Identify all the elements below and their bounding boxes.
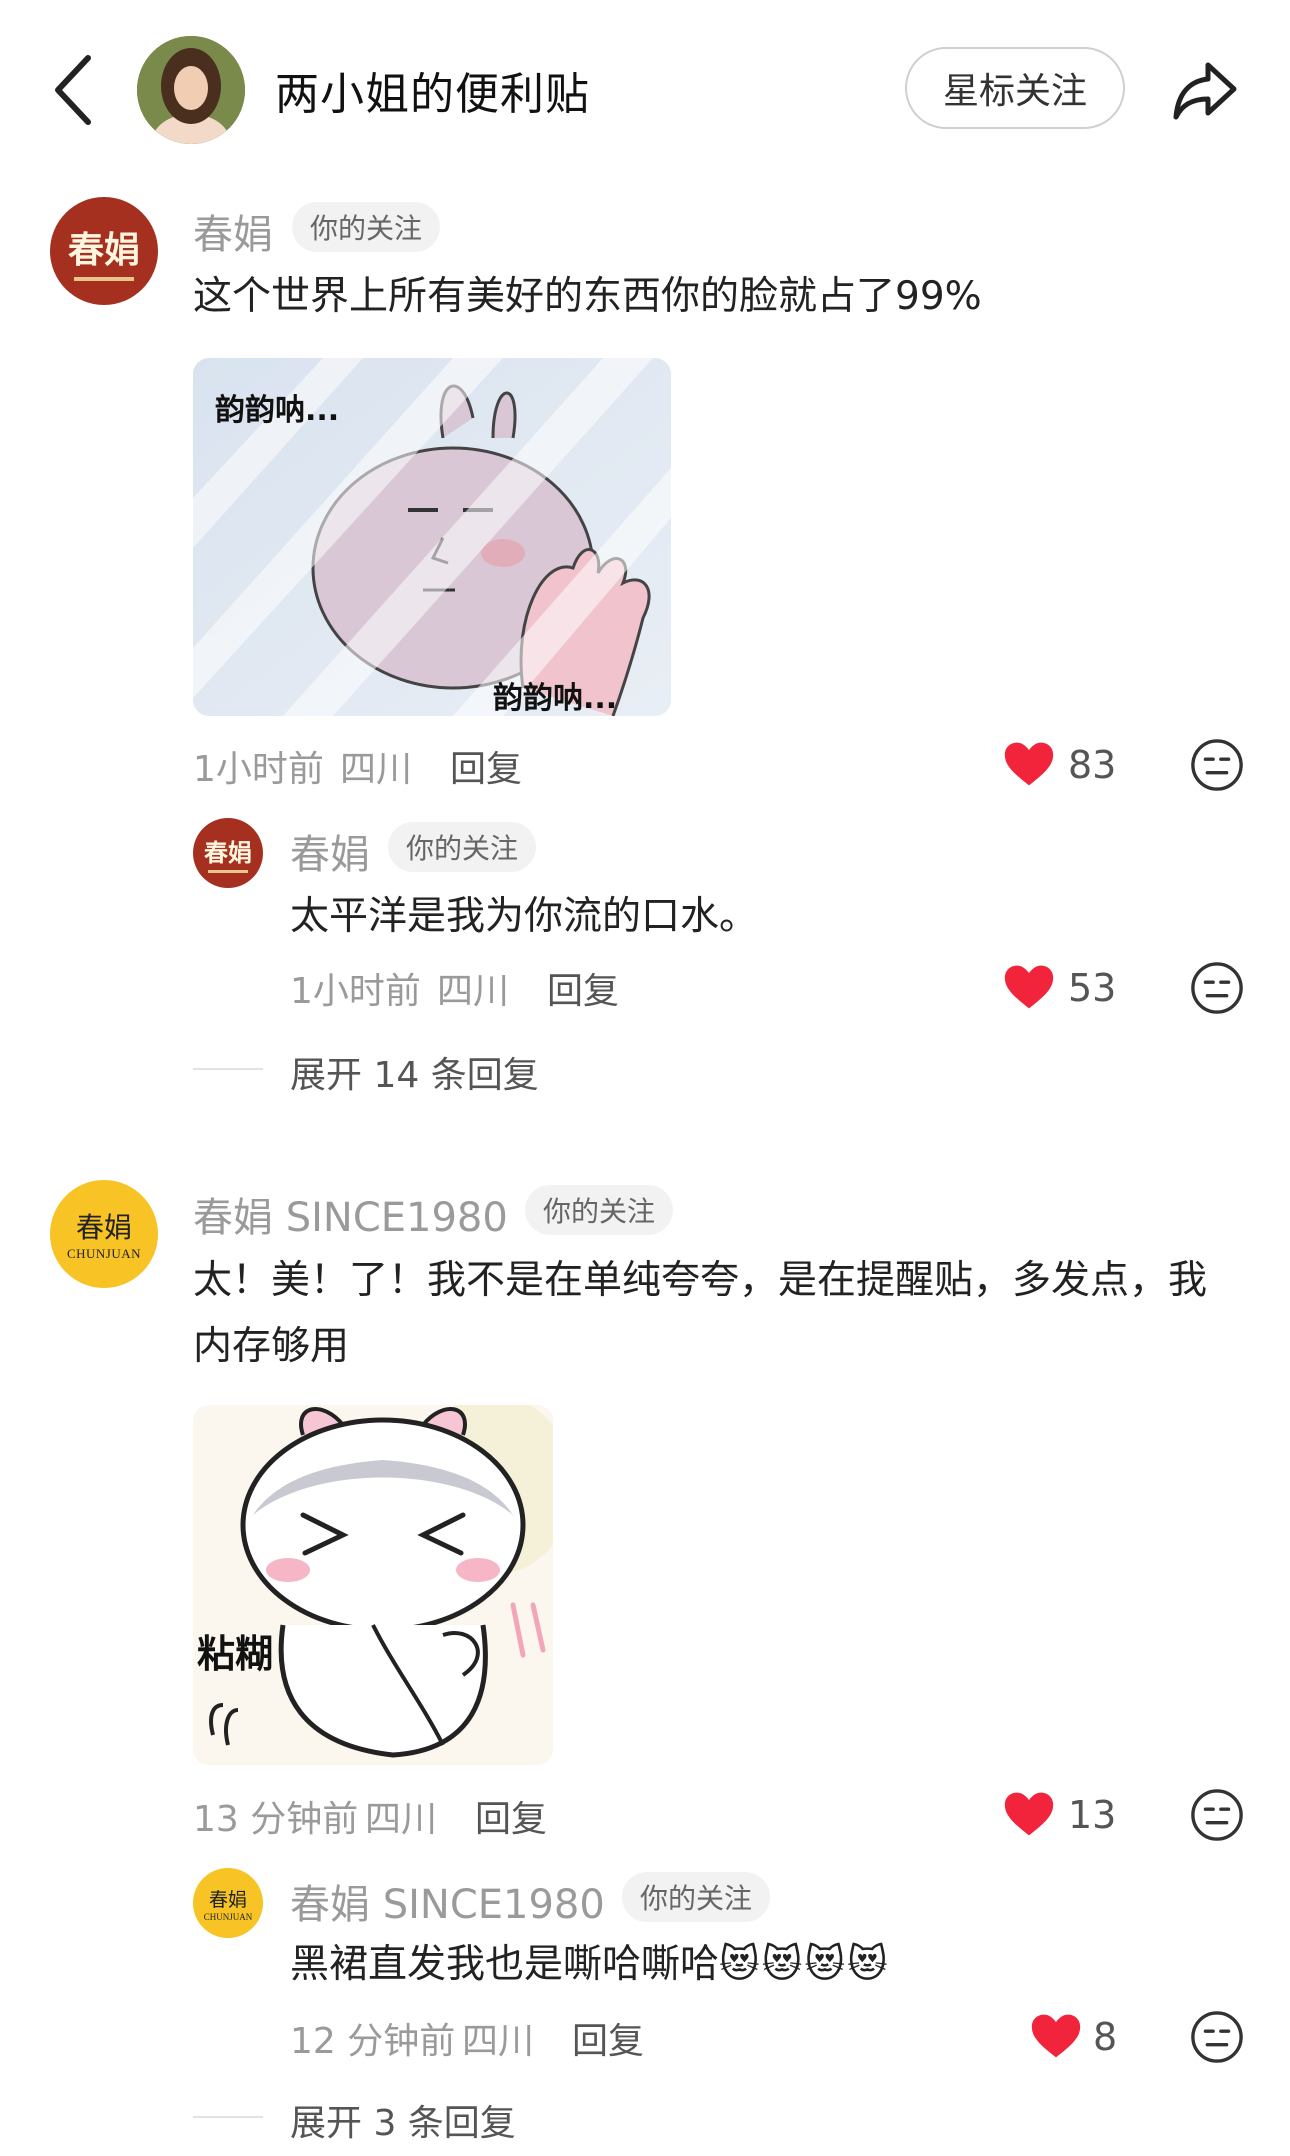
heart-eyes-cat-emoji: 😻😻😻😻	[719, 1942, 890, 1987]
following-badge: 你的关注	[292, 202, 441, 252]
reply-button[interactable]: 回复	[572, 2012, 644, 2064]
like-heart-icon[interactable]	[1003, 963, 1055, 1011]
author-name[interactable]: 两小姐的便利贴	[275, 58, 590, 122]
dislike-face-icon[interactable]	[1190, 738, 1244, 792]
comment-text: 这个世界上所有美好的东西你的脸就占了99%	[193, 274, 982, 319]
expand-divider	[193, 2116, 263, 2118]
comment-author[interactable]: 春娟 SINCE1980	[193, 1185, 508, 1243]
comment-sticker-image[interactable]: 韵韵呐... 韵韵呐...	[193, 358, 671, 716]
following-badge: 你的关注	[525, 1185, 674, 1235]
like-count: 8	[1093, 2015, 1118, 2059]
commenter-avatar[interactable]: 春娟 CHUNJUAN	[50, 1180, 158, 1288]
comment-location: 四川	[340, 749, 413, 790]
comment-text: 太！美！了！我不是在单纯夸夸，是在提醒贴，多发点，我内存够用	[193, 1258, 1208, 1369]
avatar-brand-line	[208, 870, 248, 873]
like-heart-icon[interactable]	[1003, 1790, 1055, 1838]
author-avatar[interactable]	[137, 36, 245, 144]
dislike-face-icon[interactable]	[1190, 961, 1244, 1015]
following-badge: 你的关注	[622, 1872, 771, 1922]
expand-divider	[193, 1068, 263, 1070]
reply-text: 黑裙直发我也是嘶哈嘶哈	[290, 1942, 720, 1987]
reply-author[interactable]: 春娟 SINCE1980	[290, 1872, 605, 1930]
comment-location: 四川	[365, 1799, 438, 1840]
sticker-label: 粘糊	[197, 1632, 273, 1676]
following-badge: 你的关注	[388, 822, 537, 872]
comment-time: 13 分钟前	[193, 1799, 359, 1840]
top-bar: 两小姐的便利贴 星标关注	[0, 0, 1290, 170]
commenter-avatar[interactable]: 春娟	[50, 197, 158, 305]
reply-button[interactable]: 回复	[450, 740, 522, 792]
reply-button[interactable]: 回复	[547, 962, 619, 1014]
reply-time: 1小时前	[290, 971, 421, 1012]
reply-avatar[interactable]: 春娟	[193, 818, 263, 888]
sticker-bottom-text: 韵韵呐...	[493, 681, 617, 716]
back-icon[interactable]	[48, 50, 98, 130]
reply-author[interactable]: 春娟	[290, 822, 370, 880]
like-heart-icon[interactable]	[1003, 740, 1055, 788]
like-count: 13	[1068, 1793, 1117, 1837]
reply-text-row: 黑裙直发我也是嘶哈嘶哈😻😻😻😻	[290, 1932, 890, 1998]
reply-location: 四川	[437, 971, 510, 1012]
expand-replies-button[interactable]: 展开 14 条回复	[290, 1046, 539, 1098]
avatar-brand-text: 春娟	[208, 1888, 247, 1911]
dislike-face-icon[interactable]	[1190, 1788, 1244, 1842]
reply-time: 12 分钟前	[290, 2021, 456, 2062]
comment-time: 1小时前	[193, 749, 324, 790]
sticker-top-text: 韵韵呐...	[215, 393, 339, 428]
reply-button[interactable]: 回复	[475, 1790, 547, 1842]
comment-sticker-image[interactable]: 粘糊	[193, 1405, 553, 1765]
avatar-brand-subtext: CHUNJUAN	[66, 1246, 142, 1261]
reply-location: 四川	[462, 2021, 535, 2062]
comment-author[interactable]: 春娟	[193, 202, 273, 260]
avatar-brand-text: 春娟	[67, 229, 140, 271]
like-count: 53	[1068, 966, 1117, 1010]
reply-avatar[interactable]: 春娟 CHUNJUAN	[193, 1868, 263, 1938]
expand-replies-button[interactable]: 展开 3 条回复	[290, 2094, 516, 2146]
avatar-brand-line	[74, 277, 134, 281]
avatar-brand-text: 春娟	[204, 838, 252, 867]
like-count: 83	[1068, 743, 1117, 787]
dislike-face-icon[interactable]	[1190, 2010, 1244, 2064]
avatar-brand-text: 春娟	[75, 1211, 132, 1244]
star-follow-button[interactable]: 星标关注	[905, 47, 1125, 129]
share-icon[interactable]	[1170, 55, 1240, 125]
like-heart-icon[interactable]	[1030, 2012, 1082, 2060]
reply-text: 太平洋是我为你流的口水。	[290, 894, 759, 939]
avatar-brand-subtext: CHUNJUAN	[203, 1911, 253, 1922]
